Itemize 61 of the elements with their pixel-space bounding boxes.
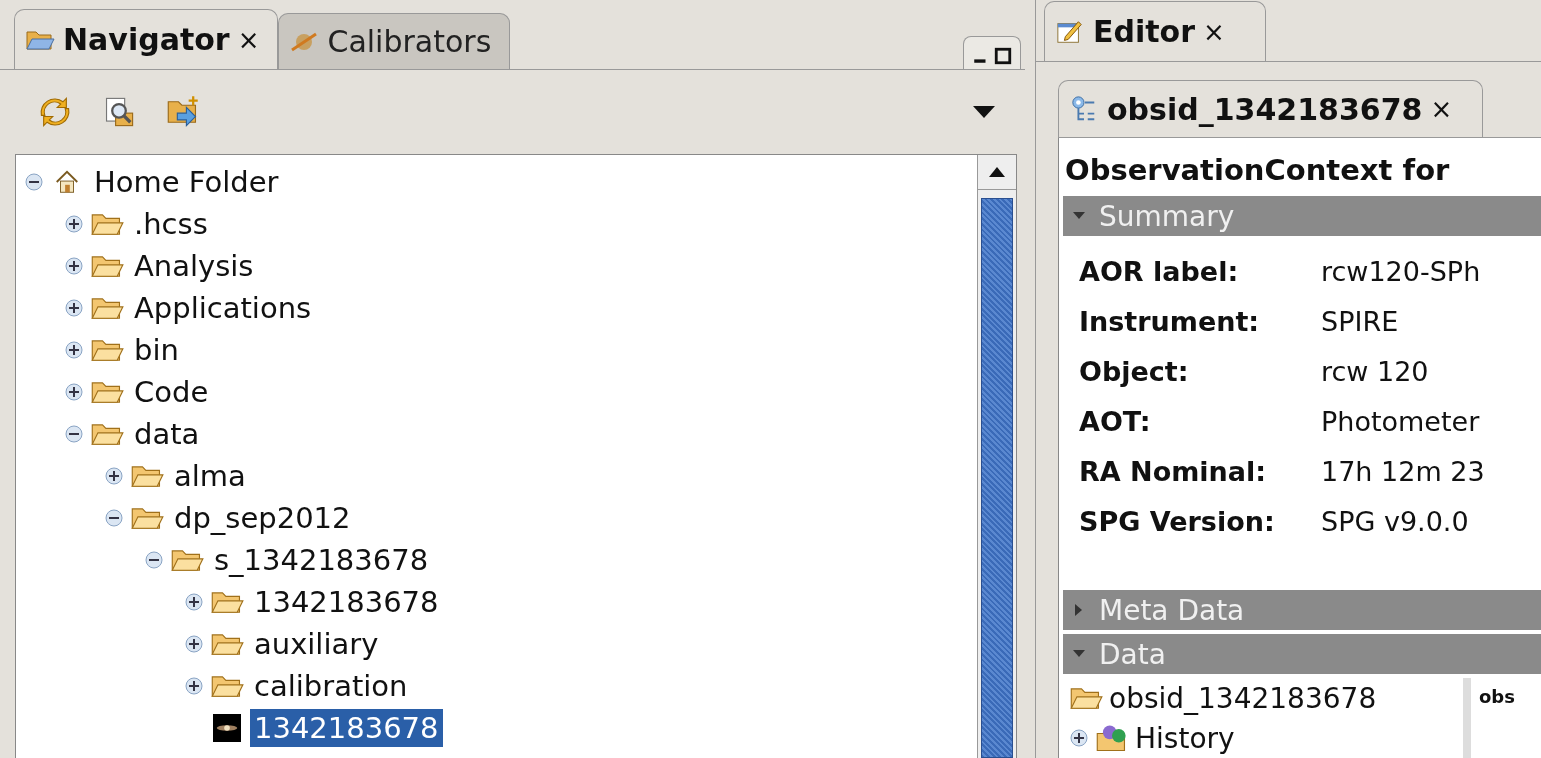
- tree-item[interactable]: obsid_1342183678: [1109, 681, 1377, 715]
- field-value: rcw120-SPh: [1321, 255, 1481, 287]
- tree-item[interactable]: History: [1135, 721, 1235, 755]
- field-label: RA Nominal:: [1079, 455, 1268, 487]
- field-label: AOT:: [1079, 405, 1152, 437]
- tree-item[interactable]: 1342183678: [250, 583, 443, 621]
- expander-icon[interactable]: [144, 550, 164, 570]
- tree-item[interactable]: Code: [130, 373, 213, 411]
- scroll-up-icon[interactable]: [989, 167, 1005, 177]
- expander-icon[interactable]: [1069, 728, 1089, 748]
- tree-item[interactable]: s_1342183678: [210, 541, 433, 579]
- tree-item[interactable]: dp_sep2012: [170, 499, 355, 537]
- close-icon[interactable]: ×: [1430, 94, 1453, 124]
- document-tab[interactable]: obsid_1342183678 ×: [1058, 80, 1484, 137]
- tree-item[interactable]: calibration: [250, 667, 412, 705]
- expander-icon[interactable]: [64, 214, 84, 234]
- expander-icon[interactable]: [24, 172, 44, 192]
- tree-item[interactable]: Home Folder: [90, 163, 283, 201]
- field-value: SPG v9.0.0: [1321, 505, 1469, 537]
- tree-item[interactable]: 1342183678: [250, 709, 443, 747]
- folder-spheres-icon: [1095, 724, 1129, 752]
- scrollbar[interactable]: [977, 155, 1016, 758]
- field-value: Photometer: [1321, 405, 1480, 437]
- folder-import-icon[interactable]: [166, 95, 200, 129]
- field-value: 17h 12m 23: [1321, 455, 1485, 487]
- close-icon[interactable]: ×: [237, 24, 260, 55]
- field-label: SPG Version:: [1079, 505, 1276, 537]
- expander-icon[interactable]: [64, 340, 84, 360]
- expander-icon[interactable]: [184, 592, 204, 612]
- maximize-icon[interactable]: [994, 47, 1012, 65]
- tree-item[interactable]: data: [130, 415, 204, 453]
- tree-item[interactable]: auxiliary: [250, 625, 383, 663]
- field-value: SPIRE: [1321, 305, 1399, 337]
- field-value: rcw 120: [1321, 355, 1429, 387]
- scroll-thumb[interactable]: [981, 198, 1013, 758]
- expander-icon[interactable]: [104, 508, 124, 528]
- field-label: Instrument:: [1079, 305, 1261, 337]
- view-tab[interactable]: Navigator ×: [14, 9, 279, 69]
- field-label: AOR label:: [1079, 255, 1240, 287]
- expander-icon[interactable]: [64, 382, 84, 402]
- editor-tab[interactable]: Editor ×: [1044, 1, 1266, 61]
- expander-icon[interactable]: [184, 634, 204, 654]
- tree-item[interactable]: Applications: [130, 289, 316, 327]
- expander-icon[interactable]: [64, 298, 84, 318]
- galaxy-thumbnail-icon: [210, 714, 244, 742]
- expander-icon[interactable]: [64, 424, 84, 444]
- field-label: Object:: [1079, 355, 1190, 387]
- tree-item[interactable]: .hcss: [130, 205, 212, 243]
- expander-icon[interactable]: [184, 676, 204, 696]
- view-tab[interactable]: Calibrators: [278, 13, 511, 69]
- tree-item[interactable]: alma: [170, 457, 250, 495]
- view-menu-icon[interactable]: [973, 106, 995, 118]
- window-controls[interactable]: [963, 36, 1021, 69]
- sync-icon[interactable]: [38, 95, 72, 129]
- document-title: ObservationContext for: [1064, 152, 1451, 189]
- expander-icon[interactable]: [64, 256, 84, 276]
- close-icon[interactable]: ×: [1203, 16, 1225, 47]
- tree-item[interactable]: Analysis: [130, 247, 258, 285]
- tree-item[interactable]: bin: [130, 331, 183, 369]
- expander-icon[interactable]: [104, 466, 124, 486]
- column-text: obs: [1479, 686, 1515, 707]
